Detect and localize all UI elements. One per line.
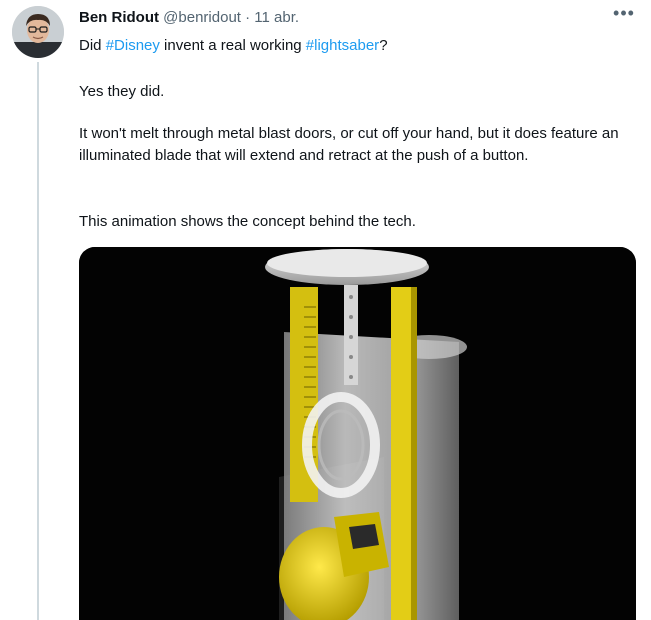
author-handle[interactable]: @benridout — [163, 9, 241, 26]
hashtag-disney-link[interactable]: #Disney — [106, 37, 160, 54]
author-name[interactable]: Ben Ridout — [79, 9, 159, 26]
tweet-header: Ben Ridout @benridout · 11 abr. — [79, 8, 299, 28]
lightsaber-animation-still — [79, 247, 636, 620]
avatar[interactable] — [12, 6, 64, 58]
text-fragment: Did — [79, 37, 106, 54]
hashtag-lightsaber-link[interactable]: #lightsaber — [306, 37, 379, 54]
tweet-paragraph-1: Did #Disney invent a real working #light… — [79, 35, 388, 57]
avatar-image — [12, 6, 64, 58]
more-horizontal-icon[interactable]: ••• — [610, 4, 638, 26]
tweet-paragraph-4: This animation shows the concept behind … — [79, 213, 416, 230]
tweet-paragraph-3: It won't melt through metal blast doors,… — [79, 125, 619, 164]
separator-dot: · — [245, 9, 251, 26]
thread-connector-line — [37, 62, 39, 620]
text-fragment: ? — [379, 37, 388, 54]
tweet-paragraph-2: Yes they did. — [79, 83, 165, 100]
tweet[interactable]: Ben Ridout @benridout · 11 abr. ••• Did … — [0, 0, 651, 620]
tweet-media-video[interactable] — [79, 247, 636, 620]
text-fragment: invent a real working — [159, 37, 306, 54]
tweet-date[interactable]: 11 abr. — [254, 9, 299, 26]
